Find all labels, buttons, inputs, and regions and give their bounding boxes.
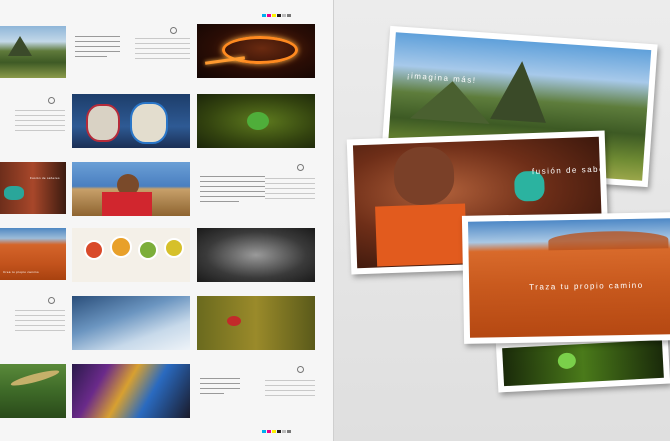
text-lines-3 [265,178,315,203]
thumb-machu-picchu [0,26,66,78]
photo-dunes: Traza tu propio camino [468,218,670,338]
thumb-river [0,364,66,418]
thumb-weaver [72,162,190,216]
thumb-dance-masks [72,94,190,148]
thumb-caption: Fusión de saberes [30,176,60,180]
card-caption: fusión de saberes [531,164,604,177]
photo-frog [502,339,664,387]
thumb-light-streaks [72,364,190,418]
text-block-1 [75,36,120,61]
thumb-caption: Crea tu propio camino [3,270,39,274]
color-bar-bottom [262,430,291,433]
logo-icon [170,27,177,34]
logo-icon [297,366,304,373]
thumb-glacier [72,296,190,350]
thumb-cuisine [72,228,190,282]
color-bar-top [262,14,291,17]
logo-icon [297,164,304,171]
text-lines-2 [15,110,65,135]
thumb-frog [197,94,315,148]
logo-icon [48,97,55,104]
proof-sheet: Fusión de saberes Crea tu propio camino [0,0,333,441]
thumb-hummingbird [197,296,315,350]
card-caption: Traza tu propio camino [529,280,644,292]
text-lines-1 [135,38,190,63]
thumb-light-trail [197,24,315,78]
card-dunes: Traza tu propio camino [461,212,670,344]
text-lines-5 [15,310,65,335]
text-lines-6 [265,380,315,400]
logo-icon [48,297,55,304]
text-block-6 [200,378,240,398]
thumb-dunes: Crea tu propio camino [0,228,66,280]
thumb-silver [197,228,315,282]
thumb-artisan: Fusión de saberes [0,162,66,214]
text-block-3 [200,176,265,206]
